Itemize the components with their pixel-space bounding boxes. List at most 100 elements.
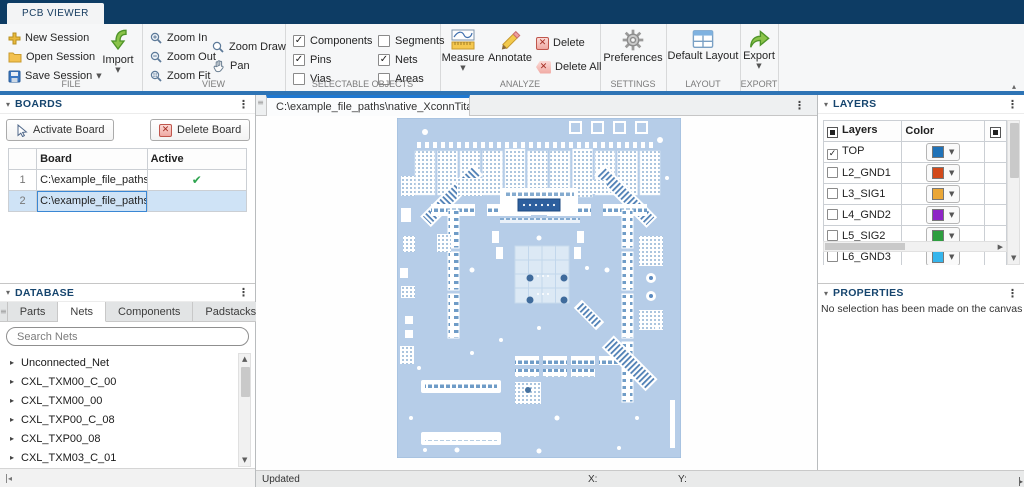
layer-color-dropdown[interactable]: ▼ xyxy=(926,206,960,224)
delete-button[interactable]: ✕ Delete xyxy=(536,35,585,51)
activate-board-button[interactable]: Activate Board xyxy=(6,119,114,141)
selectable-checkbox-components[interactable]: ✓Components xyxy=(293,35,378,47)
net-item[interactable]: ▸CXL_TXM00_00 xyxy=(0,391,256,410)
layers-header-extra xyxy=(984,121,1006,142)
doc-tab-grip-icon[interactable]: ≡ xyxy=(256,98,265,107)
layer-checkbox[interactable] xyxy=(827,188,838,199)
tab-pcb-viewer[interactable]: PCB VIEWER xyxy=(7,3,104,24)
board-row-path[interactable]: C:\example_file_paths\... xyxy=(37,191,147,212)
layers-hscrollbar-thumb[interactable] xyxy=(825,243,905,250)
database-menu-icon[interactable]: ⋮ xyxy=(238,286,249,299)
collapse-layers-icon[interactable]: ▾ xyxy=(824,100,828,109)
expand-net-icon[interactable]: ▸ xyxy=(10,358,14,367)
delete-all-label: Delete All xyxy=(555,61,601,73)
expand-net-icon[interactable]: ▸ xyxy=(10,453,14,462)
layer-row[interactable]: L4_GND2▼ xyxy=(824,205,1007,226)
layer-color-dropdown[interactable]: ▼ xyxy=(926,185,960,203)
select-all-layers-checkbox[interactable] xyxy=(827,127,838,138)
measure-dropdown-caret[interactable]: ▼ xyxy=(460,65,465,72)
zoom-in-button[interactable]: Zoom In xyxy=(150,30,207,46)
layers-menu-icon[interactable]: ⋮ xyxy=(1007,98,1018,111)
database-panel-header[interactable]: ▾ DATABASE ⋮ xyxy=(0,283,255,302)
import-button[interactable]: Import ▼ xyxy=(99,29,137,74)
scroll-left-icon[interactable]: ◂ xyxy=(8,474,12,483)
net-item[interactable]: ▸CXL_TXP00_C_08 xyxy=(0,410,256,429)
boards-menu-icon[interactable]: ⋮ xyxy=(238,98,249,111)
tab-grip-icon[interactable]: ≡ xyxy=(0,302,8,321)
selectable-section-label: SELECTABLE OBJECTS xyxy=(285,79,440,89)
collapse-database-icon[interactable]: ▾ xyxy=(6,288,10,297)
net-item[interactable]: ▸Unconnected_Net xyxy=(0,353,256,372)
ribbon-section-view: Zoom In Zoom Out Zoom Fit Zoom Draw Pan … xyxy=(142,24,286,91)
document-tab[interactable]: C:\example_file_paths\native_XconnTitan xyxy=(266,95,470,116)
pcb-canvas[interactable] xyxy=(256,116,817,470)
net-item[interactable]: ▸ CXL_TXM03_C_01 xyxy=(0,448,256,467)
collapse-ribbon-icon[interactable]: ▴ xyxy=(1012,82,1016,91)
layers-hscrollbar[interactable]: ▶ xyxy=(823,241,1007,252)
expand-net-icon[interactable]: ▸ xyxy=(10,396,14,405)
layers-panel-header[interactable]: ▾ LAYERS ⋮ xyxy=(818,95,1024,114)
database-tab-nets[interactable]: Nets xyxy=(58,302,106,322)
ribbon-section-layout: Default Layout LAYOUT xyxy=(666,24,741,91)
layer-checkbox[interactable] xyxy=(827,230,838,241)
new-session-button[interactable]: New Session xyxy=(8,30,89,46)
properties-panel-header[interactable]: ▾ PROPERTIES ⋮ xyxy=(818,283,1024,302)
layer-row[interactable]: ✓TOP▼ xyxy=(824,142,1007,163)
pan-label: Pan xyxy=(230,60,250,72)
board-row[interactable]: 2C:\example_file_paths\... xyxy=(9,191,247,212)
layer-row[interactable]: L2_GND1▼ xyxy=(824,163,1007,184)
document-tab-menu-icon[interactable]: ⋮ xyxy=(794,99,805,112)
zoom-out-button[interactable]: Zoom Out xyxy=(150,49,216,65)
layer-row[interactable]: L3_SIG1▼ xyxy=(824,184,1007,205)
layer-checkbox[interactable] xyxy=(827,251,838,262)
layer-checkbox[interactable] xyxy=(827,209,838,220)
properties-menu-icon[interactable]: ⋮ xyxy=(1007,287,1018,300)
export-dropdown-caret[interactable]: ▼ xyxy=(756,63,761,70)
layers-vscrollbar[interactable]: ▼ xyxy=(1007,120,1020,265)
expand-net-icon[interactable]: ▸ xyxy=(10,434,14,443)
nets-scrollbar[interactable]: ▲ ▼ xyxy=(238,353,251,467)
scroll-up-icon[interactable]: ▲ xyxy=(242,356,247,363)
net-item[interactable]: ▸CXL_TXM00_C_00 xyxy=(0,372,256,391)
nets-scrollbar-thumb[interactable] xyxy=(241,367,250,397)
layers-scroll-right-icon[interactable]: ▶ xyxy=(998,244,1003,251)
open-session-button[interactable]: Open Session xyxy=(8,49,95,65)
export-button[interactable]: Export ▼ xyxy=(740,29,778,70)
net-name: CXL_TXM03_C_01 xyxy=(21,452,116,464)
collapse-properties-icon[interactable]: ▾ xyxy=(824,289,828,298)
layer-checkbox[interactable] xyxy=(827,167,838,178)
board-row-path[interactable]: C:\example_file_paths\... xyxy=(37,170,147,191)
board-row[interactable]: 1C:\example_file_paths\...✔ xyxy=(9,170,247,191)
ribbon-section-export: Export ▼ EXPORT xyxy=(740,24,779,91)
layers-vscrollbar-thumb[interactable] xyxy=(1010,123,1019,178)
database-tab-parts[interactable]: Parts xyxy=(8,302,59,321)
default-layout-button[interactable]: Default Layout xyxy=(666,29,740,62)
preferences-button[interactable]: Preferences xyxy=(602,29,664,64)
scroll-down-icon[interactable]: ▼ xyxy=(242,457,247,464)
pan-button[interactable]: Pan xyxy=(212,58,250,74)
collapse-boards-icon[interactable]: ▾ xyxy=(6,100,10,109)
file-section-label: FILE xyxy=(0,79,142,89)
net-item[interactable]: ▸CXL_TXP00_08 xyxy=(0,429,256,448)
selectable-checkbox-pins[interactable]: ✓Pins xyxy=(293,54,378,66)
delete-all-button[interactable]: ✕ Delete All xyxy=(536,59,601,75)
delete-board-button[interactable]: ✕ Delete Board xyxy=(150,119,250,141)
database-tab-components[interactable]: Components xyxy=(106,302,193,321)
annotate-label: Annotate xyxy=(488,52,532,64)
search-nets-input[interactable] xyxy=(6,327,249,346)
layer-color-dropdown[interactable]: ▼ xyxy=(926,164,960,182)
expand-net-icon[interactable]: ▸ xyxy=(10,377,14,386)
boards-panel-header[interactable]: ▾ BOARDS ⋮ xyxy=(0,95,255,114)
import-dropdown-caret[interactable]: ▼ xyxy=(115,67,120,74)
expand-net-icon[interactable]: ▸ xyxy=(10,415,14,424)
zoom-draw-button[interactable]: Zoom Draw xyxy=(212,39,286,55)
layer-color-dropdown[interactable]: ▼ xyxy=(926,143,960,161)
extra-column-checkbox[interactable] xyxy=(990,127,1001,138)
layers-scroll-down-icon[interactable]: ▼ xyxy=(1011,255,1016,262)
annotate-button[interactable]: Annotate xyxy=(486,29,534,64)
nets-horizontal-scrollbar[interactable]: ◂ xyxy=(0,468,255,487)
measure-button[interactable]: Measure ▼ xyxy=(442,29,484,72)
default-layout-label: Default Layout xyxy=(668,50,739,62)
layer-checkbox[interactable]: ✓ xyxy=(827,149,838,160)
pcb-board-graphic[interactable] xyxy=(397,118,681,458)
